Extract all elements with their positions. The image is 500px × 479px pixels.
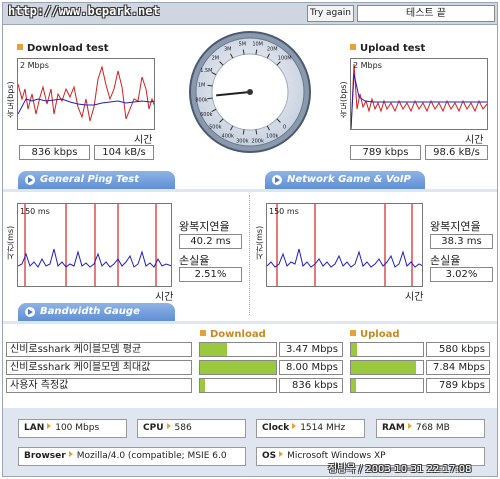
bw-upload-bar: [350, 342, 424, 357]
bullet-icon: [350, 330, 356, 336]
bw-row-label: 사용자 측정값: [6, 378, 192, 393]
bullet-icon: [200, 330, 206, 336]
bw-download-bar: [199, 342, 277, 357]
status-field: 테스트 끝: [357, 5, 495, 22]
arrow-icon: [272, 175, 282, 185]
tab-network-game[interactable]: Network Game & VoIP Test: [265, 171, 425, 203]
arrow-icon: [279, 451, 284, 457]
bw-download-header: Download: [200, 329, 266, 340]
gauge-tick-label: 1M: [198, 82, 206, 88]
gauge-tick-label: 1.5M: [200, 68, 212, 74]
gauge-tick-label: 800k: [195, 98, 208, 104]
arrow-icon: [292, 423, 297, 429]
gauge-tick-label: 20M: [267, 46, 278, 52]
gauge-tick-label: 100M: [278, 55, 292, 61]
game-ylabel: 시간(ms): [255, 225, 264, 260]
gauge-tick-label: 3M: [224, 46, 232, 52]
bw-upload-fill: [351, 361, 416, 374]
bullet-icon: [17, 44, 23, 50]
speed-gauge: 0 100k 200k 300k 400k 500k 600k 800k 1M 1.5M 2M 3M 5…: [188, 30, 312, 154]
arrow-icon: [25, 175, 35, 185]
game-loss-label: 손실율: [430, 254, 461, 267]
upload-ylabel: 속도(bps): [339, 81, 348, 118]
download-kBs: 104 kB/s: [94, 145, 154, 160]
bw-upload-header: Upload: [350, 329, 399, 340]
ping-scale: 150 ms: [20, 207, 50, 216]
bw-download-value: 3.47 Mbps: [279, 342, 343, 357]
bw-download-bar: [199, 360, 277, 375]
bw-row-label: 신비로sshark 케이블모뎀 평균: [6, 342, 192, 357]
bw-upload-value: 789 kbps: [426, 378, 490, 393]
download-kbps: 836 kbps: [19, 145, 90, 160]
ping-loss-value: 2.51%: [179, 267, 242, 282]
download-xlabel: 시간: [134, 135, 153, 146]
arrow-icon: [68, 451, 73, 457]
gauge-tick-label: 200k: [251, 138, 264, 144]
arrow-icon: [47, 423, 52, 429]
ping-xlabel: 시간: [155, 292, 174, 303]
gauge-tick-label: 300k: [236, 138, 249, 144]
bw-upload-bar: [350, 360, 424, 375]
game-latency-label: 왕복지연율: [430, 220, 481, 233]
bw-download-bar: [199, 378, 277, 393]
gauge-tick-label: 2M: [212, 55, 220, 61]
site-url[interactable]: http://www.bcpark.net: [8, 4, 160, 18]
gauge-tick-label: 500k: [209, 125, 222, 131]
bw-download-fill: [200, 379, 206, 392]
bw-download-fill: [200, 343, 227, 356]
ping-loss-label: 손실율: [179, 254, 210, 267]
game-graph: [267, 204, 422, 286]
bw-upload-fill: [351, 343, 357, 356]
browser-info: Browser Mozilla/4.0 (compatible; MSIE 6.0: [18, 447, 246, 466]
gauge-tick-label: 400k: [222, 134, 235, 140]
ping-graph: [18, 204, 171, 286]
gauge-dial: 0 100k200k300k400k500k 600k 800k 1M 1.5M 2M 3M 5…: [189, 31, 311, 153]
bw-download-fill: [200, 361, 276, 374]
upload-xlabel: 시간: [465, 135, 484, 146]
gauge-tick-label: 5M: [239, 42, 247, 48]
upload-kbps: 789 kbps: [350, 145, 421, 160]
lan-info: LAN 100 Mbps: [18, 419, 127, 438]
tab-general-ping[interactable]: General Ping Test: [18, 171, 175, 189]
upload-scale: 2 Mbps: [353, 61, 382, 70]
ping-latency-value: 40.2 ms: [179, 234, 242, 249]
game-latency-value: 38.3 ms: [430, 234, 493, 249]
tab-bandwidth-gauge[interactable]: Bandwidth Gauge: [18, 303, 175, 321]
download-ylabel: 속도(bps): [6, 81, 15, 118]
upload-title: Upload test: [350, 43, 425, 54]
bw-download-value: 836 kbps: [279, 378, 343, 393]
panel-divider: [249, 195, 250, 315]
bullet-icon: [350, 44, 356, 50]
upload-kBs: 98.6 kB/s: [425, 145, 488, 160]
try-again-button[interactable]: Try again: [307, 5, 354, 22]
arrow-icon: [407, 423, 412, 429]
gauge-tick-label: 0: [283, 125, 286, 131]
clock-info: Clock 1514 MHz: [256, 419, 365, 438]
ram-info: RAM 768 MB: [376, 419, 485, 438]
bw-upload-value: 580 kbps: [426, 342, 490, 357]
section-divider: [3, 189, 497, 192]
game-loss-value: 3.02%: [430, 267, 493, 282]
section-divider: [3, 321, 497, 324]
bw-upload-bar: [350, 378, 424, 393]
download-title: Download test: [17, 43, 109, 54]
gauge-tick-label: 100k: [266, 134, 279, 140]
game-xlabel: 시간: [405, 292, 424, 303]
ping-ylabel: 시간(ms): [6, 225, 15, 260]
bw-download-value: 8.00 Mbps: [279, 360, 343, 375]
gauge-tick-label: 600k: [200, 112, 213, 118]
bw-row-label: 신비로sshark 케이블모뎀 최대값: [6, 360, 192, 375]
download-scale: 2 Mbps: [20, 61, 49, 70]
cpu-info: CPU 586: [137, 419, 246, 438]
game-scale: 150 ms: [269, 207, 299, 216]
ping-latency-label: 왕복지연율: [179, 220, 230, 233]
arrow-icon: [166, 423, 171, 429]
bw-upload-fill: [351, 379, 357, 392]
signature: 정방욱 / 2003-10-31 22:17:08: [328, 464, 472, 475]
arrow-icon: [25, 307, 35, 317]
gauge-tick-label: 10M: [252, 42, 263, 48]
bw-upload-value: 7.84 Mbps: [426, 360, 490, 375]
